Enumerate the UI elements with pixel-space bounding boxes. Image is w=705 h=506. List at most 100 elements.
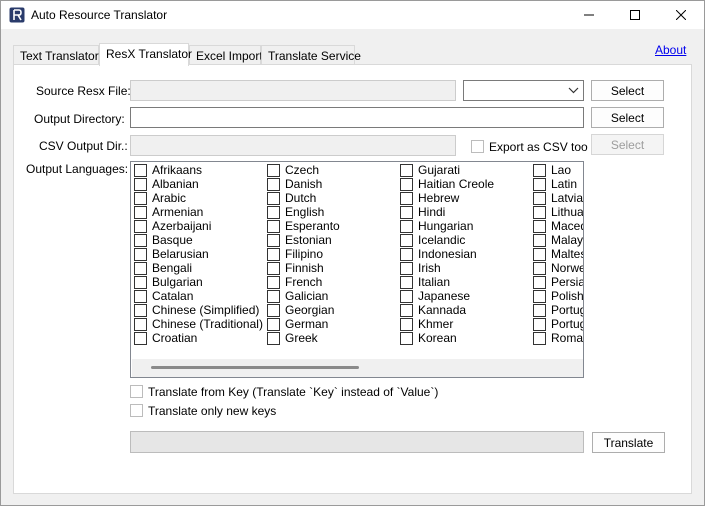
language-checkbox[interactable]	[134, 192, 147, 205]
export-csv-checkbox[interactable]	[471, 140, 484, 153]
languages-checklist[interactable]: Afrikaans Albanian Arabic Armenian Azerbaija…	[130, 161, 584, 378]
language-label: Italian	[418, 275, 451, 289]
language-label: Lao	[551, 163, 572, 177]
language-checkbox[interactable]	[400, 248, 413, 261]
language-label: Chinese (Simplified)	[152, 303, 260, 317]
language-label: French	[285, 275, 323, 289]
csv-output-label: CSV Output Dir.:	[39, 139, 128, 153]
about-link[interactable]: About	[655, 43, 686, 57]
language-checkbox[interactable]	[400, 192, 413, 205]
minimize-button[interactable]	[566, 1, 612, 29]
language-checkbox[interactable]	[400, 262, 413, 275]
language-label: Gujarati	[418, 163, 461, 177]
language-checkbox[interactable]	[134, 318, 147, 331]
language-checkbox[interactable]	[134, 164, 147, 177]
language-label: Indonesian	[418, 247, 477, 261]
language-checkbox[interactable]	[400, 304, 413, 317]
language-checkbox[interactable]	[134, 178, 147, 191]
output-select-button[interactable]: Select	[591, 107, 664, 128]
language-label: English	[285, 205, 325, 219]
language-label: Czech	[285, 163, 320, 177]
output-languages-label: Output Languages:	[26, 162, 129, 176]
language-checkbox[interactable]	[267, 234, 280, 247]
scrollbar-thumb[interactable]	[151, 366, 359, 369]
language-label: Latvian	[551, 191, 584, 205]
output-dir-field[interactable]	[130, 107, 584, 128]
language-checkbox[interactable]	[400, 220, 413, 233]
language-checkbox[interactable]	[400, 290, 413, 303]
language-checkbox[interactable]	[400, 234, 413, 247]
language-checkbox[interactable]	[267, 164, 280, 177]
language-label: Haitian Creole	[418, 177, 495, 191]
language-checkbox[interactable]	[267, 318, 280, 331]
language-checkbox[interactable]	[533, 318, 546, 331]
language-checkbox[interactable]	[533, 290, 546, 303]
language-checkbox[interactable]	[533, 234, 546, 247]
language-checkbox[interactable]	[533, 276, 546, 289]
language-checkbox[interactable]	[134, 276, 147, 289]
language-checkbox[interactable]	[533, 178, 546, 191]
language-checkbox[interactable]	[267, 276, 280, 289]
translate-from-key-checkbox[interactable]	[130, 385, 143, 398]
language-label: Finnish	[285, 261, 324, 275]
language-checkbox[interactable]	[134, 304, 147, 317]
language-label: Catalan	[152, 289, 194, 303]
language-label: Afrikaans	[152, 163, 203, 177]
tab-resx-translator[interactable]: ResX Translator	[99, 43, 192, 66]
language-checkbox[interactable]	[400, 276, 413, 289]
language-checkbox[interactable]	[134, 248, 147, 261]
language-checkbox[interactable]	[267, 290, 280, 303]
language-checkbox[interactable]	[533, 262, 546, 275]
language-checkbox[interactable]	[267, 248, 280, 261]
tab-text-translator[interactable]: Text Translator	[13, 45, 99, 65]
language-checkbox[interactable]	[134, 234, 147, 247]
export-csv-label: Export as CSV too	[489, 140, 588, 154]
app-icon	[9, 7, 25, 23]
language-checkbox[interactable]	[267, 192, 280, 205]
language-checkbox[interactable]	[267, 262, 280, 275]
language-checkbox[interactable]	[134, 206, 147, 219]
language-checkbox[interactable]	[267, 304, 280, 317]
language-checkbox[interactable]	[267, 220, 280, 233]
language-checkbox[interactable]	[400, 318, 413, 331]
language-label: German	[285, 317, 329, 331]
csv-output-field[interactable]	[130, 135, 456, 156]
language-checkbox[interactable]	[533, 206, 546, 219]
language-checkbox[interactable]	[533, 332, 546, 345]
language-checkbox[interactable]	[533, 304, 546, 317]
language-checkbox[interactable]	[533, 164, 546, 177]
source-resx-field[interactable]	[130, 80, 456, 101]
translate-only-new-checkbox[interactable]	[130, 404, 143, 417]
language-checkbox[interactable]	[134, 220, 147, 233]
language-checkbox[interactable]	[400, 178, 413, 191]
language-checkbox[interactable]	[533, 192, 546, 205]
language-label: Croatian	[152, 331, 198, 345]
maximize-button[interactable]	[612, 1, 658, 29]
app-window: Auto Resource Translator Text Translator…	[0, 0, 705, 506]
language-checkbox[interactable]	[134, 332, 147, 345]
language-label: Maltese	[551, 247, 583, 261]
csv-select-button[interactable]: Select	[591, 134, 664, 155]
tab-excel-import[interactable]: Excel Import	[189, 45, 263, 65]
language-checkbox[interactable]	[400, 332, 413, 345]
language-checkbox[interactable]	[400, 164, 413, 177]
language-checkbox[interactable]	[267, 206, 280, 219]
source-select-button[interactable]: Select	[591, 80, 664, 101]
language-checkbox[interactable]	[267, 178, 280, 191]
maximize-icon	[630, 10, 640, 20]
language-checkbox[interactable]	[400, 206, 413, 219]
language-checkbox[interactable]	[533, 220, 546, 233]
language-label: Bengali	[152, 261, 193, 275]
language-checkbox[interactable]	[533, 248, 546, 261]
tab-translate-service[interactable]: Translate Service	[261, 45, 361, 65]
language-label: Malay	[551, 233, 584, 247]
translate-button[interactable]: Translate	[592, 432, 665, 453]
language-checkbox[interactable]	[267, 332, 280, 345]
language-label: Belarusian	[152, 247, 209, 261]
close-button[interactable]	[658, 1, 704, 29]
language-checkbox[interactable]	[134, 262, 147, 275]
language-checkbox[interactable]	[134, 290, 147, 303]
horizontal-scrollbar[interactable]	[132, 359, 583, 377]
language-label: Filipino	[285, 247, 324, 261]
source-resx-combo[interactable]	[463, 80, 584, 101]
